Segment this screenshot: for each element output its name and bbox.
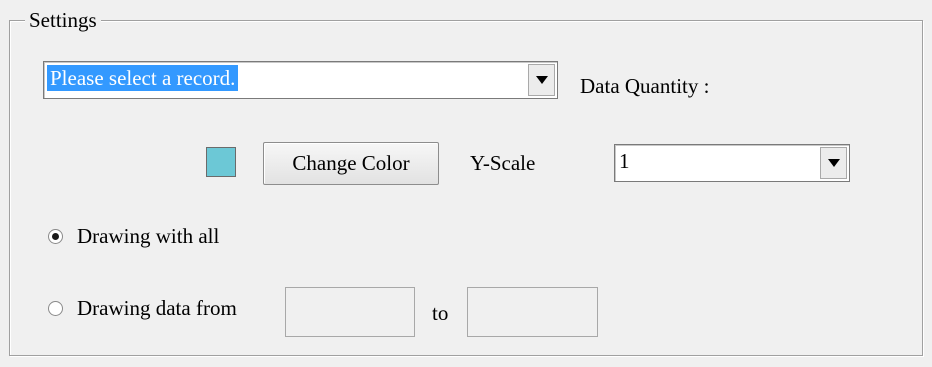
drawing-data-range-option[interactable]: Drawing data from [48, 296, 237, 321]
drawing-data-range-radio[interactable] [48, 301, 63, 316]
chevron-down-icon [535, 76, 548, 84]
record-select-dropdown-button[interactable] [528, 64, 555, 96]
settings-group-title: Settings [25, 7, 101, 33]
drawing-data-range-label: Drawing data from [77, 296, 237, 320]
range-to-field[interactable] [467, 287, 598, 337]
range-to-label: to [432, 301, 449, 325]
color-swatch [206, 147, 236, 177]
change-color-button[interactable]: Change Color [263, 142, 439, 185]
drawing-with-all-label: Drawing with all [77, 224, 220, 248]
drawing-with-all-option[interactable]: Drawing with all [48, 224, 219, 249]
data-quantity-label: Data Quantity : [580, 74, 710, 98]
y-scale-dropdown-button[interactable] [820, 147, 847, 179]
y-scale-select-value: 1 [619, 149, 630, 173]
range-from-field[interactable] [285, 287, 415, 337]
drawing-with-all-radio[interactable] [48, 229, 63, 244]
record-select[interactable]: Please select a record. [43, 61, 558, 99]
chevron-down-icon [827, 159, 840, 167]
record-select-value: Please select a record. [47, 65, 239, 91]
y-scale-label: Y-Scale [470, 151, 536, 175]
y-scale-select[interactable]: 1 [614, 144, 850, 182]
